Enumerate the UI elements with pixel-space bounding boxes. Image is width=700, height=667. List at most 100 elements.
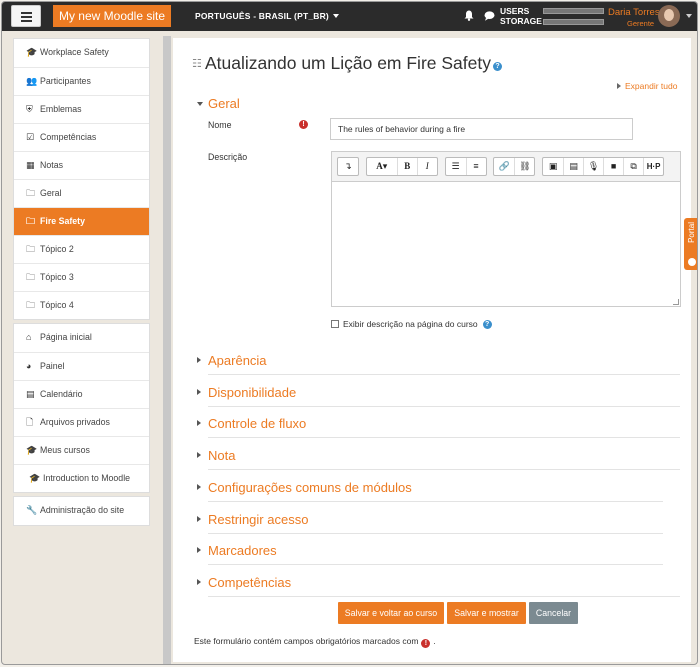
section-marcadores-header[interactable]: Marcadores: [197, 543, 277, 558]
section-aparencia-header[interactable]: Aparência: [197, 353, 267, 368]
nav-drawer: 🎓 Workplace Safety 👥 Participantes ⛨ Emblem…: [13, 38, 150, 529]
sidebar-item-emblemas[interactable]: ⛨ Emblemas: [14, 95, 149, 123]
sidebar-item-topico-4[interactable]: 🗀 Tópico 4: [14, 291, 149, 319]
sidebar-item-administracao[interactable]: 🔧 Administração do site: [14, 497, 149, 525]
copy-icon[interactable]: ⧉: [623, 158, 643, 175]
italic-icon[interactable]: I: [416, 158, 437, 175]
font-style-icon[interactable]: A▾: [367, 158, 397, 175]
help-icon[interactable]: ?: [482, 320, 492, 329]
divider: [208, 374, 680, 375]
section-nota-header[interactable]: Nota: [197, 448, 235, 463]
sidebar-scrollbar[interactable]: [163, 36, 171, 664]
user-role: Gerente: [627, 19, 655, 28]
chevron-right-icon: [197, 353, 208, 368]
sidebar-item-workplace-safety[interactable]: 🎓 Workplace Safety: [14, 39, 149, 67]
shield-icon: ⛨: [26, 104, 33, 114]
sidebar-item-painel[interactable]: ◕ Painel: [14, 352, 149, 380]
file-icon: 🗋: [26, 417, 34, 427]
microphone-icon[interactable]: 🎙: [583, 158, 603, 175]
lesson-icon: ☷: [192, 58, 202, 70]
link-icon[interactable]: 🔗: [494, 158, 514, 175]
section-configuracoes-comuns-header[interactable]: Configurações comuns de módulos: [197, 480, 412, 495]
sidebar-item-fire-safety[interactable]: 🗀 Fire Safety: [14, 207, 149, 235]
section-restringir-acesso-header[interactable]: Restringir acesso: [197, 512, 308, 527]
sidebar-item-notas[interactable]: ▦ Notas: [14, 151, 149, 179]
chat-icon[interactable]: [484, 11, 495, 21]
name-label: Nome: [208, 120, 232, 130]
unlink-icon[interactable]: ⛓: [514, 158, 534, 175]
sidebar-item-topico-2[interactable]: 🗀 Tópico 2: [14, 235, 149, 263]
menu-toggle-button[interactable]: [11, 5, 41, 27]
image-icon[interactable]: ▣: [543, 158, 563, 175]
divider: [208, 437, 680, 438]
section-geral-header[interactable]: Geral: [197, 96, 240, 111]
site-name-link[interactable]: My new Moodle site: [53, 5, 171, 27]
section-disponibilidade-header[interactable]: Disponibilidade: [197, 385, 296, 400]
chevron-right-icon: [197, 480, 208, 495]
avatar[interactable]: [658, 5, 680, 27]
description-editor[interactable]: ↴ A▾ B I ☰ ≡ 🔗 ⛓ ▣ ▤ 🎙 ■ ⧉ H·P: [331, 151, 681, 307]
required-icon: !: [299, 120, 308, 129]
required-icon: !: [421, 639, 431, 648]
chevron-right-icon: [197, 512, 208, 527]
divider: [208, 533, 663, 534]
table-icon: ▦: [26, 160, 35, 170]
show-description-checkbox[interactable]: Exibir descrição na página do curso?: [331, 319, 492, 329]
bold-icon[interactable]: B: [396, 158, 417, 175]
admin-nav-group: 🔧 Administração do site: [13, 496, 150, 526]
description-text-area[interactable]: [332, 182, 680, 306]
user-menu-caret-icon[interactable]: [686, 14, 692, 18]
sidebar-item-pagina-inicial[interactable]: ⌂ Página inicial: [14, 324, 149, 352]
save-and-show-button[interactable]: Salvar e mostrar: [447, 602, 526, 624]
folder-icon: 🗀: [26, 188, 36, 198]
divider: [208, 406, 680, 407]
numbered-list-icon[interactable]: ≡: [465, 158, 486, 175]
toolbar-toggle-icon[interactable]: ↴: [338, 158, 358, 175]
hamburger-icon: [21, 12, 32, 14]
expand-all-link[interactable]: Expandir tudo: [617, 81, 677, 91]
name-input[interactable]: [330, 118, 633, 140]
sidebar-item-geral[interactable]: 🗀 Geral: [14, 179, 149, 207]
help-icon[interactable]: ?: [492, 62, 502, 71]
portal-tab[interactable]: Portal: [684, 218, 697, 270]
graduation-cap-icon: 🎓: [29, 473, 41, 483]
description-label: Descrição: [208, 152, 248, 162]
sidebar-item-arquivos-privados[interactable]: 🗋 Arquivos privados: [14, 408, 149, 436]
save-and-return-button[interactable]: Salvar e voltar ao curso: [338, 602, 444, 624]
sidebar-item-meus-cursos[interactable]: 🎓 Meus cursos: [14, 436, 149, 464]
site-nav-group: ⌂ Página inicial ◕ Painel ▤ Calendário 🗋 Arq…: [13, 323, 150, 493]
users-icon: 👥: [26, 76, 38, 86]
top-navbar: My new Moodle site PORTUGUÊS - BRASIL (P…: [2, 2, 697, 31]
chevron-right-icon: [197, 575, 208, 590]
sidebar-item-competencias[interactable]: ☑ Competências: [14, 123, 149, 151]
main-content: ☷ Atualizando um Lição em Fire Safety? Ex…: [173, 38, 691, 662]
course-nav-group: 🎓 Workplace Safety 👥 Participantes ⛨ Emblem…: [13, 38, 150, 320]
sidebar-item-topico-3[interactable]: 🗀 Tópico 3: [14, 263, 149, 291]
checkbox-box[interactable]: [331, 320, 339, 328]
media-icon[interactable]: ▤: [563, 158, 583, 175]
cancel-button[interactable]: Cancelar: [529, 602, 578, 624]
bullet-list-icon[interactable]: ☰: [446, 158, 466, 175]
user-name[interactable]: Daria Torres: [608, 7, 660, 18]
chevron-right-icon: [617, 83, 621, 89]
h5p-icon[interactable]: H·P: [643, 158, 663, 175]
chevron-down-icon: [197, 96, 208, 111]
portal-icon: [688, 258, 696, 266]
checkbox-icon: ☑: [26, 132, 35, 142]
resize-handle-icon[interactable]: [673, 299, 679, 305]
caret-down-icon: [332, 14, 339, 18]
video-icon[interactable]: ■: [603, 158, 623, 175]
section-controle-de-fluxo-header[interactable]: Controle de fluxo: [197, 416, 306, 431]
storage-usage-bar: [543, 19, 604, 25]
graduation-cap-icon: 🎓: [26, 445, 38, 455]
sidebar-item-calendario[interactable]: ▤ Calendário: [14, 380, 149, 408]
chevron-right-icon: [197, 543, 208, 558]
sidebar-item-introduction-to-moodle[interactable]: 🎓 Introduction to Moodle: [14, 464, 149, 492]
bell-icon[interactable]: [464, 10, 474, 21]
section-competencias-header[interactable]: Competências: [197, 575, 291, 590]
folder-icon: 🗀: [26, 216, 36, 226]
sidebar-item-participantes[interactable]: 👥 Participantes: [14, 67, 149, 95]
home-icon: ⌂: [26, 332, 32, 342]
folder-icon: 🗀: [26, 272, 36, 282]
language-menu[interactable]: PORTUGUÊS - BRASIL (PT_BR): [195, 11, 339, 21]
